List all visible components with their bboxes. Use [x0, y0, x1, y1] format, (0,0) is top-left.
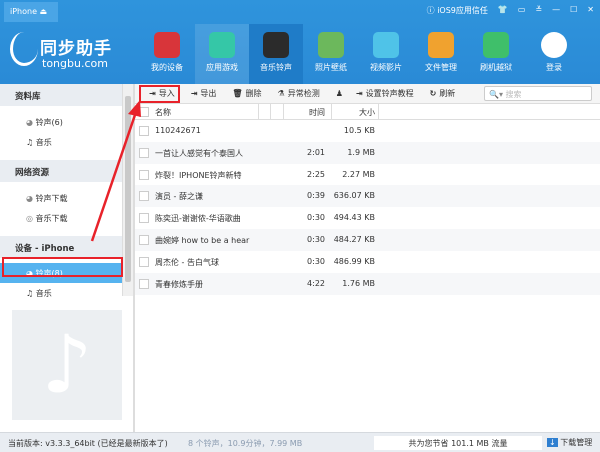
annotation-arrow — [90, 100, 141, 242]
